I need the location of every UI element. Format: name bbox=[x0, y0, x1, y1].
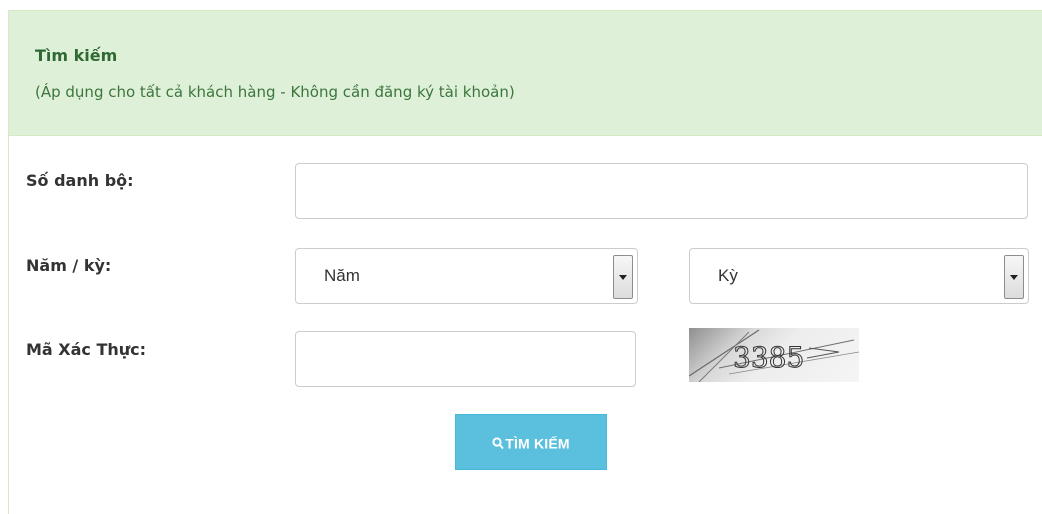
search-button[interactable]: TÌM KIẾM bbox=[455, 414, 607, 470]
captcha-image: 3385 bbox=[689, 328, 859, 382]
year-select[interactable]: Năm bbox=[295, 248, 638, 304]
chevron-down-icon[interactable] bbox=[613, 255, 633, 299]
period-select[interactable]: Kỳ bbox=[689, 248, 1029, 304]
year-select-value: Năm bbox=[324, 266, 360, 285]
captcha-label: Mã Xác Thực: bbox=[26, 340, 147, 359]
account-number-input[interactable] bbox=[295, 163, 1028, 219]
search-icon bbox=[492, 437, 504, 449]
captcha-text: 3385 bbox=[733, 341, 804, 374]
captcha-input[interactable] bbox=[295, 331, 636, 387]
search-button-label: TÌM KIẾM bbox=[505, 435, 570, 452]
panel-heading: Tìm kiếm (Áp dụng cho tất cả khách hàng … bbox=[9, 11, 1042, 136]
chevron-down-icon[interactable] bbox=[1004, 255, 1024, 299]
year-period-label: Năm / kỳ: bbox=[26, 256, 112, 275]
account-number-label: Số danh bộ: bbox=[26, 171, 134, 190]
panel-subtitle: (Áp dụng cho tất cả khách hàng - Không c… bbox=[35, 83, 515, 101]
period-select-value: Kỳ bbox=[718, 266, 738, 285]
panel-title: Tìm kiếm bbox=[35, 46, 118, 65]
